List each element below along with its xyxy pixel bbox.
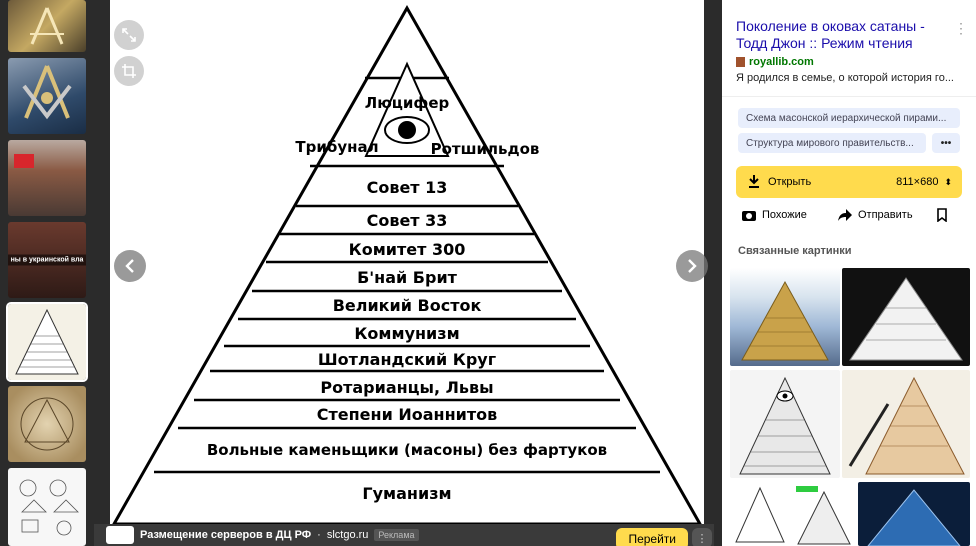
compass-icon: [22, 65, 72, 120]
tv-logo: [14, 154, 34, 168]
open-button[interactable]: Открыть 811×680 ⬍: [736, 166, 962, 198]
related-image-wall-street[interactable]: [730, 268, 840, 366]
ad-title[interactable]: Размещение серверов в ДЦ РФ: [140, 529, 311, 541]
crop-icon[interactable]: [114, 56, 144, 86]
thumb-masonic-square-compass[interactable]: [8, 58, 86, 134]
chevron-left-icon[interactable]: [114, 250, 146, 282]
source-domain-text[interactable]: royallib.com: [749, 56, 814, 68]
tier-label-freemasons: Вольные каменьщики (масоны) без фартуков: [206, 441, 608, 459]
source-snippet: Я родился в семье, о которой история го.…: [736, 72, 954, 84]
tier-label-communism: Коммунизм: [354, 324, 460, 343]
more-chips-button[interactable]: •••: [932, 133, 960, 153]
similar-label: Похожие: [762, 209, 807, 221]
tier-label-humanism: Гуманизм: [362, 484, 452, 503]
ad-logo: [106, 526, 134, 544]
ad-go-button[interactable]: Перейти: [616, 528, 688, 546]
related-query-chip[interactable]: Структура мирового правительств...: [738, 133, 926, 153]
pyramid-thumb-icon: [15, 308, 79, 375]
tier-label-rothschild: Ротшильдов: [430, 140, 540, 158]
similar-button[interactable]: Похожие: [742, 204, 807, 226]
thumb-building-street[interactable]: [8, 140, 86, 216]
image-size[interactable]: 811×680: [896, 176, 938, 188]
source-title-link[interactable]: Поколение в оковах сатаны - Тодд Джон ::…: [736, 18, 956, 52]
tier-label-scottish-rite: Шотландский Круг: [317, 350, 497, 369]
symbols-icon: [19, 479, 79, 536]
kebab-menu-icon[interactable]: ⋮: [954, 20, 968, 37]
tier-label-grand-orient: Великий Восток: [332, 296, 482, 315]
thumb-caption: ны в украинской вла: [8, 254, 86, 266]
source-domain[interactable]: royallib.com: [736, 56, 814, 68]
ad-domain[interactable]: slctgo.ru: [327, 529, 369, 541]
related-image-eye-pyramid[interactable]: [730, 370, 840, 478]
info-panel: Поколение в оковах сатаны - Тодд Джон ::…: [722, 0, 976, 546]
related-image-nwo-pyramid[interactable]: [842, 370, 970, 478]
compass-icon: [30, 7, 64, 45]
tier-label-council-13: Совет 13: [366, 178, 448, 197]
tier-label-lucifer: Люцифер: [364, 94, 450, 112]
download-icon: [748, 174, 760, 191]
related-image-small-3[interactable]: [858, 482, 970, 546]
ad-banner[interactable]: Размещение серверов в ДЦ РФ · slctgo.ru …: [94, 524, 714, 546]
thumb-pyramid-selected[interactable]: [6, 302, 88, 382]
thumbnail-strip: ны в украинской вла: [0, 0, 94, 546]
bookmark-icon[interactable]: [936, 204, 948, 226]
share-label: Отправить: [858, 209, 913, 221]
favicon-icon: [736, 57, 745, 67]
related-image-small-1[interactable]: [730, 482, 790, 546]
geometry-icon: [20, 397, 74, 451]
tier-label-rotary-lions: Ротарианцы, Львы: [320, 378, 494, 397]
thumb-symbols-sheet[interactable]: [8, 468, 86, 546]
image-viewer: Люцифер Трибунал Ротшильдов Совет 13 Сов…: [94, 0, 720, 546]
thumb-vitruvian-drawing[interactable]: [8, 386, 86, 462]
related-query-chip[interactable]: Схема масонской иерархической пирами...: [738, 108, 960, 128]
expand-icon[interactable]: [114, 20, 144, 50]
divider: [722, 96, 976, 97]
share-button[interactable]: Отправить: [838, 204, 913, 226]
ad-label: Реклама: [374, 529, 419, 541]
tier-label-council-33: Совет 33: [366, 211, 448, 230]
share-arrow-icon: [838, 209, 852, 221]
image-viewer-screen: ны в украинской вла Люцифер Трибунал Рот…: [0, 0, 976, 546]
thumb-masonic-emblem[interactable]: [8, 0, 86, 52]
tier-label-bnai-brith: Б'най Брит: [357, 268, 457, 287]
tier-label-committee-300: Комитет 300: [348, 240, 466, 259]
open-button-label: Открыть: [768, 176, 812, 188]
related-images-title: Связанные картинки: [738, 245, 852, 257]
camera-icon: [742, 211, 756, 221]
chevron-right-icon[interactable]: [676, 250, 708, 282]
size-dropdown-icon[interactable]: ⬍: [944, 177, 952, 188]
related-image-small-2[interactable]: [792, 482, 856, 546]
ad-separator: ·: [317, 529, 321, 541]
thumb-ukrainian-news[interactable]: ны в украинской вла: [8, 222, 86, 298]
tier-label-john-degrees: Степени Иоаннитов: [316, 405, 498, 424]
ad-more-icon[interactable]: ⋮: [692, 528, 712, 546]
pyramid-image: Люцифер Трибунал Ротшильдов Совет 13 Сов…: [110, 0, 704, 524]
related-image-illuminati-structure[interactable]: [842, 268, 970, 366]
